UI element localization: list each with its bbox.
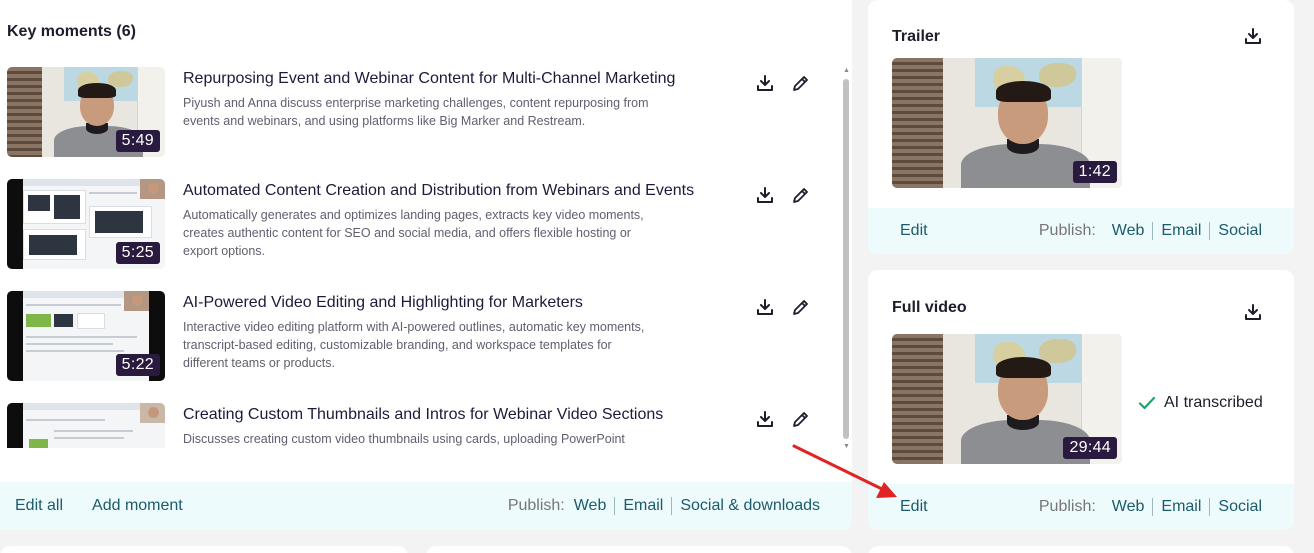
- key-moments-title: Key moments (6): [7, 23, 136, 40]
- edit-all-button[interactable]: Edit all: [15, 497, 63, 515]
- publish-email-link[interactable]: Email: [623, 497, 663, 515]
- publish-email-link[interactable]: Email: [1161, 222, 1201, 240]
- moments-footer: Edit all Add moment Publish: Web Email S…: [0, 482, 852, 530]
- publish-web-link[interactable]: Web: [574, 497, 607, 515]
- duration-badge: 5:49: [115, 130, 160, 152]
- download-icon[interactable]: [753, 407, 777, 431]
- moment-thumbnail[interactable]: 5:22: [7, 291, 165, 381]
- trailer-thumbnail[interactable]: 1:42: [892, 58, 1122, 188]
- full-video-card: Full video 29:44 AI transcribed Edit Pub…: [868, 270, 1294, 530]
- divider: [614, 497, 616, 515]
- divider: [1152, 498, 1154, 516]
- full-video-title: Full video: [892, 299, 967, 316]
- moment-row[interactable]: 5:49 Repurposing Event and Webinar Conte…: [7, 67, 827, 159]
- key-moments-card: Key moments (6) 5:49 Repurposing Event a…: [0, 0, 852, 530]
- duration-badge: 5:22: [115, 354, 160, 376]
- download-icon[interactable]: [753, 71, 777, 95]
- publish-label: Publish:: [1038, 222, 1096, 239]
- moment-description: Piyush and Anna discuss enterprise marke…: [183, 96, 649, 128]
- duration-badge: 5:25: [115, 242, 160, 264]
- download-icon[interactable]: [753, 295, 777, 319]
- publish-social-downloads-link[interactable]: Social & downloads: [680, 497, 820, 515]
- publish-email-link[interactable]: Email: [1161, 498, 1201, 516]
- card-stub: [426, 546, 852, 553]
- card-stub: [868, 546, 1294, 553]
- publish-label: Publish:: [1038, 498, 1096, 515]
- key-moments-list: 5:49 Repurposing Event and Webinar Conte…: [7, 67, 827, 448]
- scroll-up-arrow[interactable]: ▲: [843, 67, 850, 74]
- moment-thumbnail[interactable]: [7, 403, 165, 448]
- divider: [1209, 222, 1211, 240]
- duration-badge: 1:42: [1072, 161, 1117, 183]
- pencil-icon[interactable]: [789, 71, 813, 95]
- ai-transcribed-status: AI transcribed: [1138, 394, 1263, 412]
- full-video-edit-button[interactable]: Edit: [900, 498, 928, 516]
- divider: [1209, 498, 1211, 516]
- moment-row[interactable]: 5:22 AI-Powered Video Editing and Highli…: [7, 291, 827, 383]
- full-video-thumbnail[interactable]: 29:44: [892, 334, 1122, 464]
- moment-title[interactable]: Automated Content Creation and Distribut…: [183, 182, 694, 200]
- ai-transcribed-label: AI transcribed: [1164, 394, 1263, 411]
- divider: [671, 497, 673, 515]
- moment-description: Automatically generates and optimizes la…: [183, 208, 644, 258]
- moment-description: Discusses creating custom video thumbnai…: [183, 432, 625, 446]
- download-icon[interactable]: [1241, 300, 1265, 324]
- duration-badge: 29:44: [1063, 437, 1117, 459]
- download-icon[interactable]: [753, 183, 777, 207]
- moment-description: Interactive video editing platform with …: [183, 320, 645, 370]
- publish-social-link[interactable]: Social: [1218, 222, 1262, 240]
- publish-social-link[interactable]: Social: [1218, 498, 1262, 516]
- moment-row[interactable]: 5:25 Automated Content Creation and Dist…: [7, 179, 827, 271]
- moment-title[interactable]: AI-Powered Video Editing and Highlightin…: [183, 294, 583, 312]
- trailer-footer: Edit Publish: Web Email Social: [868, 208, 1294, 254]
- full-video-footer: Edit Publish: Web Email Social: [868, 484, 1294, 530]
- card-stub: [0, 546, 408, 553]
- pencil-icon[interactable]: [789, 407, 813, 431]
- trailer-edit-button[interactable]: Edit: [900, 222, 928, 240]
- checkmark-icon: [1138, 394, 1156, 412]
- trailer-title: Trailer: [892, 28, 941, 45]
- pencil-icon[interactable]: [789, 183, 813, 207]
- scroll-thumb[interactable]: [843, 79, 849, 439]
- publish-label: Publish:: [507, 497, 565, 514]
- moment-title[interactable]: Repurposing Event and Webinar Content fo…: [183, 70, 675, 88]
- moment-title[interactable]: Creating Custom Thumbnails and Intros fo…: [183, 406, 663, 424]
- divider: [1152, 222, 1154, 240]
- moments-scrollbar[interactable]: ▲ ▼: [842, 67, 852, 450]
- moment-row[interactable]: Creating Custom Thumbnails and Intros fo…: [7, 403, 827, 448]
- pencil-icon[interactable]: [789, 295, 813, 319]
- scroll-down-arrow[interactable]: ▼: [843, 443, 850, 450]
- trailer-card: Trailer 1:42 Edit Publish: Web Email Soc…: [868, 0, 1294, 254]
- moment-thumbnail[interactable]: 5:25: [7, 179, 165, 269]
- moment-thumbnail[interactable]: 5:49: [7, 67, 165, 157]
- publish-web-link[interactable]: Web: [1112, 222, 1145, 240]
- download-icon[interactable]: [1241, 24, 1265, 48]
- add-moment-button[interactable]: Add moment: [92, 497, 183, 515]
- publish-web-link[interactable]: Web: [1112, 498, 1145, 516]
